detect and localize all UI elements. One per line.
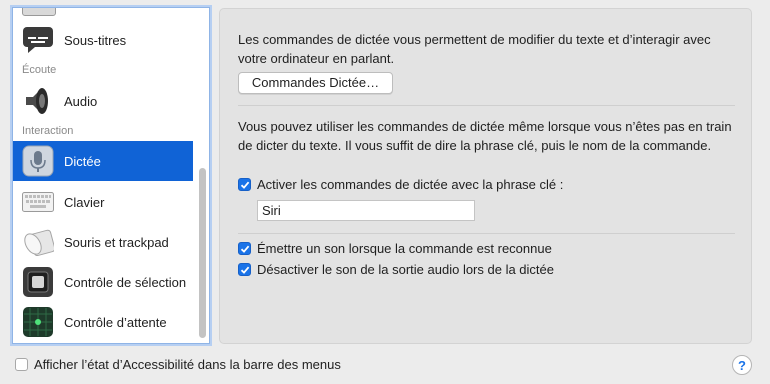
sidebar-item-label: Sous-titres [64, 32, 127, 48]
separator [238, 233, 735, 234]
speaker-icon [22, 85, 54, 117]
menu-bar-checkbox-label: Afficher l’état d’Accessibilité dans la … [34, 357, 341, 372]
sidebar-item-keyboard[interactable]: Clavier [13, 182, 193, 222]
help-icon: ? [738, 357, 746, 373]
menu-bar-checkbox-row[interactable]: Afficher l’état d’Accessibilité dans la … [15, 357, 341, 372]
mouse-trackpad-icon [22, 226, 54, 258]
microphone-icon [22, 145, 54, 177]
separator [238, 105, 735, 106]
keyphrase-checkbox-label: Activer les commandes de dictée avec la … [257, 177, 564, 192]
help-button[interactable]: ? [732, 355, 752, 375]
mute-checkbox[interactable] [238, 263, 251, 276]
switch-control-icon [22, 266, 54, 298]
info-text: Vous pouvez utiliser les commandes de di… [238, 119, 732, 153]
checkmark-icon [240, 266, 249, 274]
partial-item-icon [22, 8, 56, 16]
subtitles-icon [22, 24, 54, 56]
dictation-commands-button[interactable]: Commandes Dictée… [238, 72, 393, 94]
dictation-panel: Les commandes de dictée vous permettent … [219, 8, 752, 344]
mute-checkbox-label: Désactiver le son de la sortie audio lor… [257, 262, 554, 277]
mute-checkbox-row[interactable]: Désactiver le son de la sortie audio lor… [238, 262, 554, 277]
keyphrase-checkbox-row[interactable]: Activer les commandes de dictée avec la … [238, 177, 563, 192]
sidebar-item-subtitles[interactable]: Sous-titres [13, 20, 193, 60]
section-header-interaction: Interaction [22, 125, 74, 137]
dwell-control-icon [22, 306, 54, 338]
sidebar-item-label: Contrôle d’attente [64, 314, 167, 330]
sidebar-item-audio[interactable]: Audio [13, 81, 193, 121]
sidebar-item-label: Contrôle de sélection [64, 274, 187, 290]
keyphrase-checkbox[interactable] [238, 178, 251, 191]
sidebar-item-switch-control[interactable]: Contrôle de sélection [13, 262, 193, 302]
keyphrase-input[interactable]: Siri [257, 200, 475, 221]
sidebar-item-mouse-trackpad[interactable]: Souris et trackpad [13, 222, 193, 262]
sidebar-item-label: Clavier [64, 194, 105, 210]
sidebar-item-label: Dictée [64, 153, 101, 169]
keyboard-icon [22, 186, 54, 218]
sound-checkbox-row[interactable]: Émettre un son lorsque la commande est r… [238, 241, 552, 256]
menu-bar-checkbox[interactable] [15, 358, 28, 371]
sidebar-item-label: Audio [64, 93, 98, 109]
checkmark-icon [240, 245, 249, 253]
sound-checkbox[interactable] [238, 242, 251, 255]
sidebar-item-dictation[interactable]: Dictée [13, 141, 193, 181]
sidebar-item-dwell-control[interactable]: Contrôle d’attente [13, 302, 193, 342]
intro-text: Les commandes de dictée vous permettent … [238, 32, 711, 66]
sidebar-scrollbar-thumb[interactable] [199, 168, 206, 338]
checkmark-icon [240, 181, 249, 189]
sidebar: Sous-titres Écoute Audio Interaction Dic… [12, 7, 210, 344]
sidebar-item-label: Souris et trackpad [64, 234, 169, 250]
sound-checkbox-label: Émettre un son lorsque la commande est r… [257, 241, 552, 256]
section-header-hearing: Écoute [22, 64, 57, 76]
